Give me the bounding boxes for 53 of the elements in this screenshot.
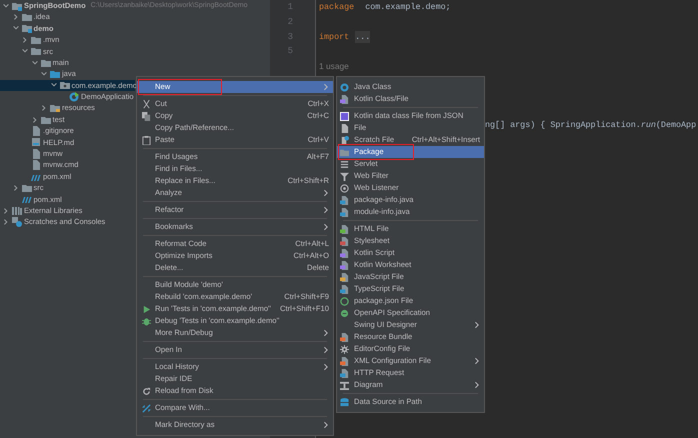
folder-icon (31, 34, 41, 45)
code-line: 1 usage (319, 60, 350, 74)
reload-icon (142, 386, 150, 396)
run-icon (142, 304, 150, 314)
code-line: import ... (319, 30, 372, 44)
javascript-file-icon (340, 272, 349, 282)
folder-icon (50, 103, 60, 114)
folder-icon (50, 69, 60, 80)
folder-icon (22, 12, 32, 22)
database-icon (340, 398, 349, 406)
class-icon (340, 82, 349, 92)
typescript-file-icon (340, 284, 349, 294)
folder-icon (340, 148, 349, 156)
code-line: ng[] args) { SpringApplication.run(DemoApp (485, 119, 698, 132)
filter-icon (340, 172, 349, 180)
folder-icon (22, 182, 32, 193)
file-icon (31, 137, 41, 148)
html-file-icon (340, 224, 349, 234)
package-folder-icon (60, 80, 70, 90)
folder-icon (40, 58, 50, 68)
kotlin-file-icon (340, 260, 349, 270)
servlet-icon (340, 160, 349, 168)
kotlin-file-icon (340, 94, 349, 104)
resource-bundle-icon (340, 332, 349, 342)
file-icon (340, 124, 349, 132)
bug-icon (142, 316, 150, 326)
scratch-file-icon (340, 136, 349, 144)
diagram-icon (340, 380, 349, 390)
module-folder-icon (12, 0, 22, 11)
stylesheet-icon (340, 236, 349, 246)
file-icon (31, 160, 41, 170)
code-line: package com.example.demo; (319, 1, 452, 14)
json-file-icon (340, 296, 349, 306)
kotlin-file-icon (340, 248, 349, 258)
java-file-icon (340, 208, 349, 216)
scratches-icon (12, 217, 22, 228)
class-icon (69, 92, 79, 102)
compare-arrows-icon (142, 404, 150, 412)
gear-icon (340, 344, 349, 354)
libraries-icon (12, 206, 22, 216)
java-file-icon (340, 196, 349, 204)
copy-icon (142, 112, 150, 120)
file-icon (31, 148, 41, 159)
http-file-icon (340, 368, 349, 378)
module-folder-icon (22, 23, 32, 34)
folder-icon (40, 114, 50, 125)
clipboard-icon (142, 136, 150, 144)
data-class-icon (340, 112, 349, 120)
folder-icon (31, 46, 41, 56)
file-icon (31, 126, 41, 136)
scissors-icon (142, 100, 150, 108)
listener-icon (340, 184, 349, 192)
xml-file-icon (340, 356, 349, 366)
